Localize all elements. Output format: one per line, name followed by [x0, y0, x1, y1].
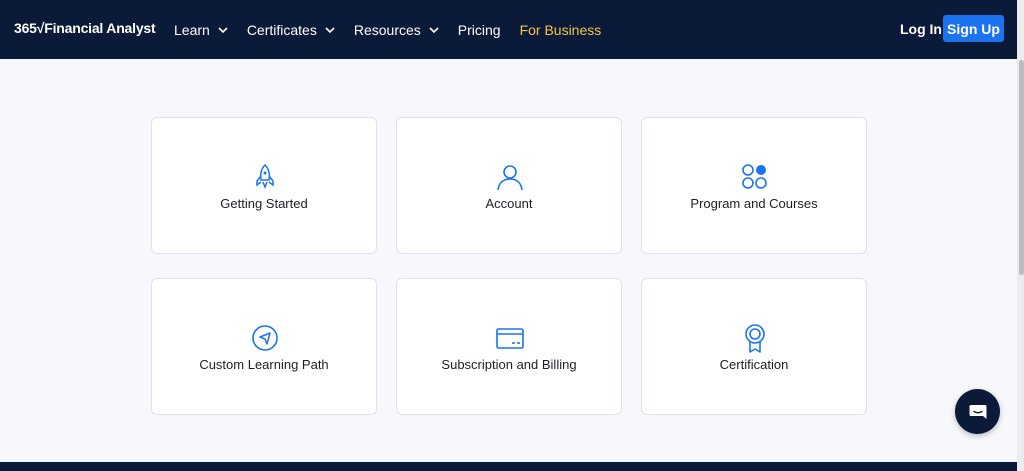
- nav-pricing-label: Pricing: [457, 21, 501, 38]
- footer-strip: [0, 462, 1017, 471]
- login-link[interactable]: Log In: [900, 21, 942, 37]
- nav-for-business[interactable]: For Business: [520, 22, 602, 38]
- chevron-down-icon: [218, 26, 228, 33]
- award-icon: [745, 324, 765, 353]
- card-label: Subscription and Billing: [441, 357, 577, 372]
- nav-resources-label: Resources: [353, 21, 421, 38]
- signup-button[interactable]: Sign Up: [943, 15, 1004, 42]
- card-account[interactable]: Account: [396, 117, 622, 254]
- nav-pricing[interactable]: Pricing: [458, 22, 501, 38]
- top-navbar: 365√Financial Analyst Learn Certificates…: [0, 0, 1017, 59]
- card-getting-started[interactable]: Getting Started: [151, 117, 377, 254]
- card-certification[interactable]: Certification: [641, 278, 867, 415]
- rocket-icon: [256, 163, 274, 190]
- user-icon: [497, 165, 523, 191]
- nav-certificates[interactable]: Certificates: [247, 22, 335, 38]
- chat-bubble-icon: [969, 404, 986, 419]
- card-label: Getting Started: [220, 196, 308, 211]
- card-program-and-courses[interactable]: Program and Courses: [641, 117, 867, 254]
- site-logo[interactable]: 365√Financial Analyst: [14, 20, 156, 36]
- grid-circles-icon: [742, 164, 767, 189]
- nav-certificates-label: Certificates: [246, 21, 317, 38]
- credit-card-icon: [496, 328, 524, 349]
- card-custom-learning-path[interactable]: Custom Learning Path: [151, 278, 377, 415]
- nav-learn-label: Learn: [174, 21, 210, 38]
- main-nav: Learn Certificates Resources Pricing For…: [174, 0, 620, 59]
- chevron-down-icon: [429, 26, 439, 33]
- card-label: Account: [485, 196, 533, 211]
- card-subscription-and-billing[interactable]: Subscription and Billing: [396, 278, 622, 415]
- card-label: Certification: [719, 357, 789, 372]
- nav-resources[interactable]: Resources: [354, 22, 439, 38]
- card-label: Program and Courses: [690, 196, 818, 211]
- scrollbar-thumb[interactable]: [1019, 60, 1024, 275]
- nav-for-business-label: For Business: [519, 21, 602, 38]
- nav-learn[interactable]: Learn: [174, 22, 228, 38]
- card-label: Custom Learning Path: [199, 357, 329, 372]
- chevron-down-icon: [325, 26, 335, 33]
- compass-icon: [252, 325, 278, 351]
- chat-button[interactable]: [955, 389, 1000, 434]
